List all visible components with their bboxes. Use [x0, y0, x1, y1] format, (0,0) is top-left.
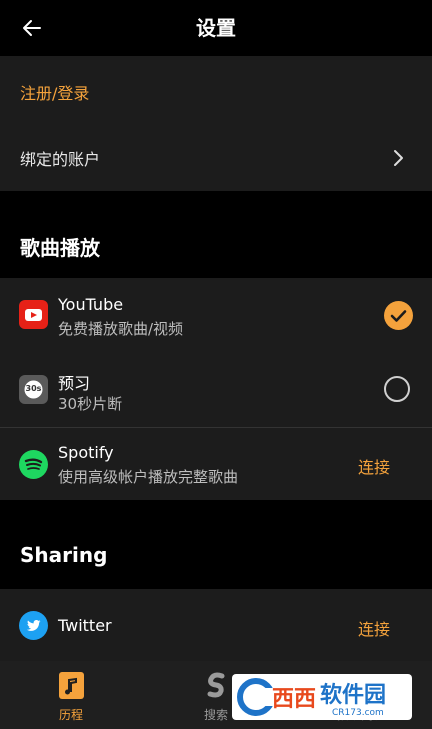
history-icon	[59, 672, 84, 699]
item-title: Spotify	[58, 443, 114, 462]
item-subtitle: 使用高级帐户播放完整歌曲	[58, 468, 239, 486]
list-item-youtube[interactable]: YouTube 免费播放歌曲/视频	[0, 278, 432, 352]
spotify-icon	[19, 450, 48, 479]
watermark-logo: 西西 软件园 CR173.com	[232, 674, 412, 720]
twitter-icon	[19, 611, 48, 640]
search-icon	[204, 670, 228, 700]
tab-history[interactable]: 历程	[16, 661, 126, 729]
list-item-preview[interactable]: 30s 预习 30秒片断	[0, 352, 432, 427]
page-title: 设置	[196, 16, 236, 40]
playback-card: YouTube 免费播放歌曲/视频 30s 预习 30秒片断 Spotify 使…	[0, 278, 432, 500]
item-title: 预习	[58, 374, 91, 393]
section-title-sharing: Sharing	[20, 543, 108, 567]
svg-text:CR173.com: CR173.com	[332, 708, 384, 718]
account-card: 注册/登录 绑定的账户	[0, 56, 432, 191]
preview-icon-text: 30s	[25, 384, 42, 393]
item-title: YouTube	[58, 295, 124, 314]
selected-check-icon[interactable]	[384, 301, 413, 330]
preview-30s-icon: 30s	[19, 375, 48, 404]
svg-text:西西: 西西	[272, 687, 316, 712]
connect-spotify-button[interactable]: 连接	[358, 454, 390, 478]
connect-twitter-button[interactable]: 连接	[358, 616, 390, 640]
chevron-right-icon	[394, 150, 403, 166]
item-subtitle: 30秒片断	[58, 395, 123, 413]
list-item-spotify[interactable]: Spotify 使用高级帐户播放完整歌曲 连接	[0, 428, 432, 500]
app-header: 设置	[0, 0, 432, 56]
radio-unselected[interactable]	[384, 376, 410, 402]
tab-label: 历程	[58, 708, 83, 722]
list-item-twitter[interactable]: Twitter 连接	[0, 589, 432, 661]
youtube-icon	[19, 300, 48, 329]
item-subtitle: 免费播放歌曲/视频	[58, 320, 184, 338]
section-title-playback: 歌曲播放	[20, 236, 100, 260]
svg-text:软件园: 软件园	[320, 682, 386, 708]
bound-accounts-label: 绑定的账户	[20, 150, 101, 169]
item-title: Twitter	[58, 616, 112, 635]
sharing-card: Twitter 连接	[0, 589, 432, 661]
bound-accounts-row[interactable]: 绑定的账户	[0, 124, 432, 191]
login-row[interactable]: 注册/登录	[0, 56, 432, 124]
login-label: 注册/登录	[20, 84, 90, 103]
